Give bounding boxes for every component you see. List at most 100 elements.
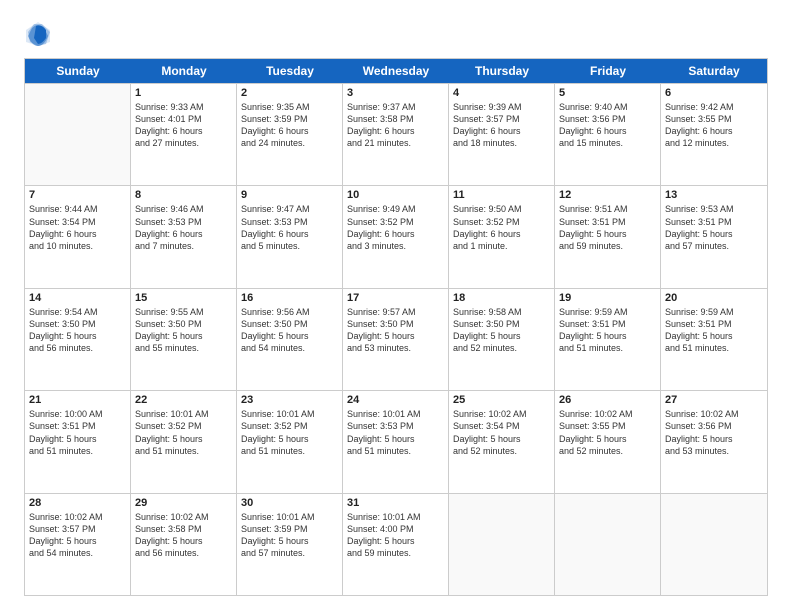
cell-info-line: Sunrise: 9:59 AM (559, 306, 656, 318)
day-number: 2 (241, 87, 338, 99)
calendar-row-1: 1Sunrise: 9:33 AMSunset: 4:01 PMDaylight… (25, 83, 767, 185)
cell-info-line: Sunrise: 9:44 AM (29, 203, 126, 215)
cell-info-line: Daylight: 5 hours (241, 433, 338, 445)
calendar-body: 1Sunrise: 9:33 AMSunset: 4:01 PMDaylight… (25, 83, 767, 595)
cell-info-line: Daylight: 5 hours (559, 330, 656, 342)
cell-info-line: Sunset: 3:58 PM (347, 113, 444, 125)
day-number: 16 (241, 292, 338, 304)
cell-info-line: Sunrise: 9:56 AM (241, 306, 338, 318)
cell-info-line: Daylight: 5 hours (241, 330, 338, 342)
day-number: 18 (453, 292, 550, 304)
cell-info-line: Sunset: 3:52 PM (135, 420, 232, 432)
day-number: 13 (665, 189, 763, 201)
cell-info-line: and 18 minutes. (453, 137, 550, 149)
day-header-saturday: Saturday (661, 59, 767, 83)
day-number: 20 (665, 292, 763, 304)
logo (24, 20, 56, 48)
calendar-cell: 10Sunrise: 9:49 AMSunset: 3:52 PMDayligh… (343, 186, 449, 287)
cell-info-line: Daylight: 5 hours (559, 228, 656, 240)
day-number: 8 (135, 189, 232, 201)
calendar-cell (555, 494, 661, 595)
cell-info-line: and 21 minutes. (347, 137, 444, 149)
cell-info-line: Daylight: 6 hours (347, 125, 444, 137)
calendar-cell (25, 84, 131, 185)
calendar-cell (661, 494, 767, 595)
day-number: 1 (135, 87, 232, 99)
cell-info-line: Sunset: 3:58 PM (135, 523, 232, 535)
cell-info-line: Sunset: 3:53 PM (347, 420, 444, 432)
day-number: 28 (29, 497, 126, 509)
cell-info-line: Daylight: 5 hours (29, 535, 126, 547)
cell-info-line: Sunrise: 9:46 AM (135, 203, 232, 215)
logo-icon (24, 20, 52, 48)
cell-info-line: Sunrise: 9:59 AM (665, 306, 763, 318)
calendar-cell: 12Sunrise: 9:51 AMSunset: 3:51 PMDayligh… (555, 186, 661, 287)
calendar-header: SundayMondayTuesdayWednesdayThursdayFrid… (25, 59, 767, 83)
cell-info-line: and 56 minutes. (135, 547, 232, 559)
cell-info-line: and 53 minutes. (347, 342, 444, 354)
day-header-friday: Friday (555, 59, 661, 83)
calendar-cell: 20Sunrise: 9:59 AMSunset: 3:51 PMDayligh… (661, 289, 767, 390)
cell-info-line: and 59 minutes. (347, 547, 444, 559)
cell-info-line: Sunset: 3:56 PM (559, 113, 656, 125)
day-header-sunday: Sunday (25, 59, 131, 83)
day-number: 21 (29, 394, 126, 406)
cell-info-line: Sunrise: 10:02 AM (453, 408, 550, 420)
day-number: 27 (665, 394, 763, 406)
cell-info-line: Daylight: 5 hours (135, 433, 232, 445)
cell-info-line: Sunset: 3:51 PM (665, 216, 763, 228)
cell-info-line: Daylight: 5 hours (559, 433, 656, 445)
calendar-cell (449, 494, 555, 595)
cell-info-line: Sunset: 3:59 PM (241, 523, 338, 535)
calendar-cell: 22Sunrise: 10:01 AMSunset: 3:52 PMDaylig… (131, 391, 237, 492)
cell-info-line: Sunrise: 9:54 AM (29, 306, 126, 318)
calendar-cell: 23Sunrise: 10:01 AMSunset: 3:52 PMDaylig… (237, 391, 343, 492)
calendar-cell: 19Sunrise: 9:59 AMSunset: 3:51 PMDayligh… (555, 289, 661, 390)
cell-info-line: and 52 minutes. (559, 445, 656, 457)
cell-info-line: Daylight: 5 hours (347, 330, 444, 342)
cell-info-line: Daylight: 6 hours (135, 125, 232, 137)
cell-info-line: Sunrise: 9:35 AM (241, 101, 338, 113)
day-header-wednesday: Wednesday (343, 59, 449, 83)
cell-info-line: and 10 minutes. (29, 240, 126, 252)
day-number: 17 (347, 292, 444, 304)
cell-info-line: Daylight: 5 hours (241, 535, 338, 547)
cell-info-line: and 7 minutes. (135, 240, 232, 252)
cell-info-line: Sunrise: 10:02 AM (559, 408, 656, 420)
calendar-cell: 5Sunrise: 9:40 AMSunset: 3:56 PMDaylight… (555, 84, 661, 185)
cell-info-line: Sunrise: 9:39 AM (453, 101, 550, 113)
cell-info-line: Daylight: 5 hours (135, 330, 232, 342)
calendar-cell: 16Sunrise: 9:56 AMSunset: 3:50 PMDayligh… (237, 289, 343, 390)
header (24, 20, 768, 48)
day-number: 30 (241, 497, 338, 509)
cell-info-line: Daylight: 6 hours (241, 228, 338, 240)
cell-info-line: Sunset: 3:59 PM (241, 113, 338, 125)
cell-info-line: Sunset: 3:50 PM (135, 318, 232, 330)
calendar-cell: 15Sunrise: 9:55 AMSunset: 3:50 PMDayligh… (131, 289, 237, 390)
cell-info-line: Daylight: 5 hours (665, 228, 763, 240)
cell-info-line: and 53 minutes. (665, 445, 763, 457)
cell-info-line: and 27 minutes. (135, 137, 232, 149)
cell-info-line: Sunset: 4:00 PM (347, 523, 444, 535)
cell-info-line: Daylight: 6 hours (559, 125, 656, 137)
cell-info-line: Daylight: 5 hours (665, 433, 763, 445)
calendar-row-3: 14Sunrise: 9:54 AMSunset: 3:50 PMDayligh… (25, 288, 767, 390)
cell-info-line: Daylight: 6 hours (453, 228, 550, 240)
cell-info-line: and 3 minutes. (347, 240, 444, 252)
cell-info-line: Daylight: 5 hours (135, 535, 232, 547)
cell-info-line: Daylight: 6 hours (347, 228, 444, 240)
cell-info-line: Sunset: 3:57 PM (453, 113, 550, 125)
calendar-cell: 2Sunrise: 9:35 AMSunset: 3:59 PMDaylight… (237, 84, 343, 185)
cell-info-line: Daylight: 5 hours (665, 330, 763, 342)
calendar-cell: 24Sunrise: 10:01 AMSunset: 3:53 PMDaylig… (343, 391, 449, 492)
calendar-cell: 13Sunrise: 9:53 AMSunset: 3:51 PMDayligh… (661, 186, 767, 287)
calendar-cell: 25Sunrise: 10:02 AMSunset: 3:54 PMDaylig… (449, 391, 555, 492)
day-number: 4 (453, 87, 550, 99)
cell-info-line: Daylight: 5 hours (453, 330, 550, 342)
day-number: 3 (347, 87, 444, 99)
cell-info-line: Sunset: 3:51 PM (29, 420, 126, 432)
day-number: 10 (347, 189, 444, 201)
cell-info-line: and 56 minutes. (29, 342, 126, 354)
cell-info-line: Sunset: 3:50 PM (29, 318, 126, 330)
cell-info-line: Sunset: 3:51 PM (559, 318, 656, 330)
